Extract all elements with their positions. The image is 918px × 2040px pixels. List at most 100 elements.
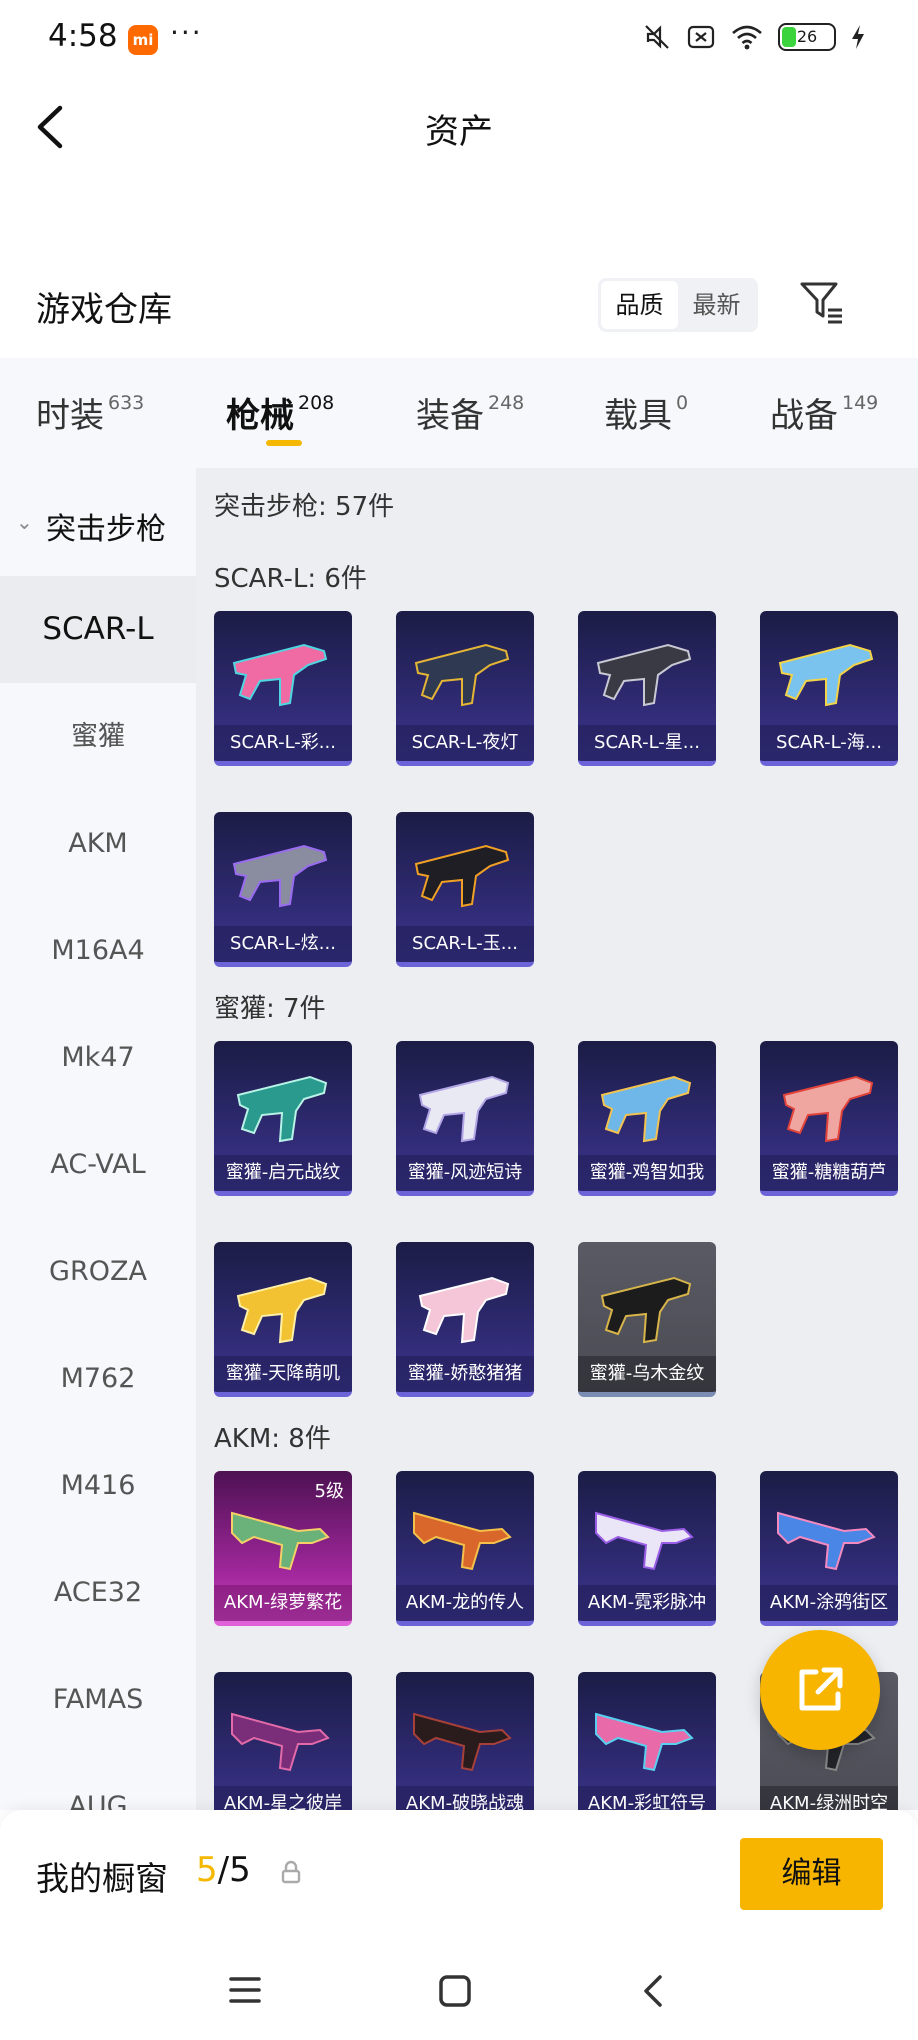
share-external-icon	[799, 1667, 843, 1711]
active-tab-indicator	[266, 440, 302, 446]
sidebar-item-ace32[interactable]: ACE32	[0, 1539, 196, 1646]
more-notifications-icon: ···	[170, 16, 203, 49]
weapon-card[interactable]: SCAR-L-彩...	[214, 611, 352, 766]
rifle-icon	[595, 1712, 694, 1772]
weapon-card-name: SCAR-L-星...	[578, 725, 716, 761]
rifle-icon	[414, 643, 510, 707]
rifle-icon	[778, 643, 874, 707]
weapon-card-name: 蜜獾-风迹短诗	[396, 1155, 534, 1191]
app-header: 资产	[0, 78, 918, 178]
tab-firearms[interactable]: 枪械 208	[226, 388, 334, 437]
edit-button[interactable]: 编辑	[740, 1838, 883, 1910]
smg-icon	[600, 1276, 692, 1344]
sidebar-category-label: 突击步枪	[46, 512, 166, 547]
weapon-card-name: SCAR-L-玉...	[396, 926, 534, 962]
sort-newest-option[interactable]: 最新	[678, 281, 755, 329]
chevron-down-icon: ⌄	[16, 510, 33, 534]
sidebar-item-m16a4[interactable]: M16A4	[0, 897, 196, 1004]
home-icon[interactable]	[438, 1974, 472, 2008]
lock-icon	[281, 1860, 301, 1884]
weapon-card[interactable]: SCAR-L-炫...	[214, 812, 352, 967]
rifle-icon	[413, 1712, 512, 1772]
menu-icon[interactable]	[228, 1974, 262, 2006]
sidebar-item-m762[interactable]: M762	[0, 1325, 196, 1432]
charging-icon	[852, 25, 864, 49]
weapon-sidebar: ⌄ 突击步枪 SCAR-L 蜜獾 AKM M16A4 Mk47 AC-VAL G…	[0, 468, 196, 1810]
rifle-icon	[414, 844, 510, 908]
wifi-icon	[732, 25, 762, 50]
system-nav-bar	[0, 1940, 918, 2040]
sort-toggle: 品质 最新	[598, 278, 758, 332]
smg-icon	[418, 1276, 510, 1344]
weapon-card-name: SCAR-L-炫...	[214, 926, 352, 962]
weapon-card-name: SCAR-L-海...	[760, 725, 898, 761]
weapon-card[interactable]: AKM-霓彩脉冲	[578, 1471, 716, 1626]
weapon-card[interactable]: AKM-涂鸦街区	[760, 1471, 898, 1626]
weapon-card[interactable]: SCAR-L-海...	[760, 611, 898, 766]
tab-vehicles[interactable]: 载具 0	[604, 388, 688, 437]
sidebar-item-mk47[interactable]: Mk47	[0, 1004, 196, 1111]
tab-equipment[interactable]: 装备 248	[416, 388, 524, 437]
smg-icon	[418, 1075, 510, 1143]
weapon-card[interactable]: 蜜獾-风迹短诗	[396, 1041, 534, 1196]
category-summary: 突击步枪: 57件	[214, 492, 395, 522]
sidebar-item-akm[interactable]: AKM	[0, 790, 196, 897]
weapon-card[interactable]: 蜜獾-鸡智如我	[578, 1041, 716, 1196]
filter-icon[interactable]	[798, 278, 846, 326]
status-bar: 4:58 mi ··· 26	[0, 0, 918, 78]
sidebar-item-ac-val[interactable]: AC-VAL	[0, 1111, 196, 1218]
weapon-card[interactable]: 5级 AKM-绿萝繁花	[214, 1471, 352, 1626]
mute-icon	[645, 25, 669, 49]
group-title-akm: AKM: 8件	[214, 1424, 331, 1454]
smg-icon	[236, 1276, 328, 1344]
weapon-card[interactable]: AKM-彩虹符号	[578, 1672, 716, 1810]
warehouse-title: 游戏仓库	[36, 290, 172, 330]
weapon-card[interactable]: SCAR-L-玉...	[396, 812, 534, 967]
weapon-card[interactable]: AKM-龙的传人	[396, 1471, 534, 1626]
tab-fashion[interactable]: 时装 633	[36, 388, 144, 437]
weapon-card[interactable]: 蜜獾-乌木金纹	[578, 1242, 716, 1397]
weapon-card[interactable]: 蜜獾-娇憨猪猪	[396, 1242, 534, 1397]
weapon-card-name: SCAR-L-彩...	[214, 725, 352, 761]
smg-icon	[600, 1075, 692, 1143]
sort-quality-option[interactable]: 品质	[601, 281, 678, 329]
share-button[interactable]	[760, 1630, 880, 1750]
weapon-card-name: AKM-绿洲时空	[760, 1786, 898, 1810]
rifle-icon	[232, 844, 328, 908]
weapon-card-name: 蜜獾-糖糖葫芦	[760, 1155, 898, 1191]
sidebar-item-scar-l[interactable]: SCAR-L	[0, 576, 196, 683]
back-nav-icon[interactable]	[640, 1974, 666, 2008]
weapon-card[interactable]: 蜜獾-糖糖葫芦	[760, 1041, 898, 1196]
weapon-card[interactable]: SCAR-L-夜灯	[396, 611, 534, 766]
weapon-card-name: AKM-破晓战魂	[396, 1786, 534, 1810]
rifle-icon	[232, 643, 328, 707]
rifle-icon	[413, 1511, 512, 1571]
battery-icon: 26	[778, 23, 836, 51]
sidebar-item-honey-badger[interactable]: 蜜獾	[0, 683, 196, 790]
tab-supplies[interactable]: 战备 149	[770, 388, 878, 437]
weapon-card-name: 蜜獾-启元战纹	[214, 1155, 352, 1191]
sidebar-item-famas[interactable]: FAMAS	[0, 1646, 196, 1753]
weapon-card-name: AKM-星之彼岸	[214, 1786, 352, 1810]
weapon-card[interactable]: 蜜獾-天降萌叽	[214, 1242, 352, 1397]
status-time: 4:58	[48, 18, 118, 54]
sidebar-item-groza[interactable]: GROZA	[0, 1218, 196, 1325]
page-title: 资产	[425, 112, 493, 152]
rifle-icon	[231, 1712, 330, 1772]
weapon-grid: 突击步枪: 57件 SCAR-L: 6件 SCAR-L-彩... SCAR-L-…	[196, 468, 918, 1810]
group-title-scar-l: SCAR-L: 6件	[214, 564, 367, 594]
showcase-bar: 我的橱窗 5/5 编辑	[0, 1810, 918, 1940]
smg-icon	[782, 1075, 874, 1143]
weapon-card[interactable]: 蜜獾-启元战纹	[214, 1041, 352, 1196]
weapon-card[interactable]: AKM-破晓战魂	[396, 1672, 534, 1810]
sidebar-category-assault-rifle[interactable]: ⌄ 突击步枪	[0, 468, 196, 576]
showcase-count: 5/5	[196, 1850, 251, 1890]
weapon-card-name: AKM-龙的传人	[396, 1585, 534, 1621]
weapon-card[interactable]: SCAR-L-星...	[578, 611, 716, 766]
sidebar-item-aug[interactable]: AUG	[0, 1753, 196, 1810]
mi-app-icon: mi	[128, 25, 158, 55]
rifle-icon	[777, 1511, 876, 1571]
weapon-card[interactable]: AKM-星之彼岸	[214, 1672, 352, 1810]
sidebar-item-m416[interactable]: M416	[0, 1432, 196, 1539]
rifle-icon	[595, 1511, 694, 1571]
